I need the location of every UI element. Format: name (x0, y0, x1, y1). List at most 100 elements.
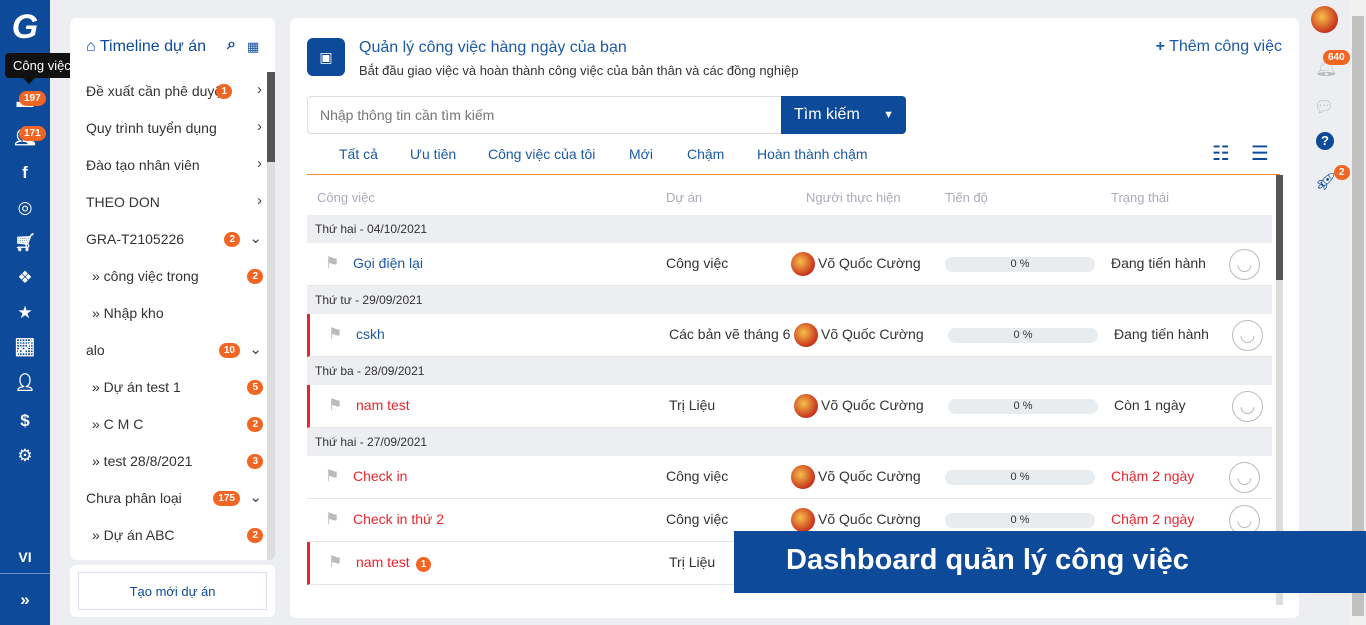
column-header[interactable]: Công việc (317, 190, 375, 205)
grid-icon[interactable]: ▦ (247, 39, 259, 55)
smiley-icon[interactable]: ◡ (1229, 249, 1260, 280)
task-name[interactable]: nam test (356, 397, 410, 413)
project-item[interactable]: » Nhập kho (92, 305, 262, 321)
search-button[interactable]: Tìm kiếm ▼ (781, 96, 906, 134)
table-row[interactable]: ⚑ Check in Công việc Võ Quốc Cường 0 % Chậm 2… (307, 456, 1272, 499)
project-label: THEO DON (86, 194, 160, 210)
chevron-down-icon[interactable]: ⌄ (249, 340, 262, 358)
project-item[interactable]: THEO DON › (86, 192, 262, 210)
progress-bar: 0 % (945, 257, 1095, 272)
count-badge: 1 (216, 84, 232, 99)
project-item[interactable]: » test 28/8/2021 3 (92, 453, 263, 469)
chevron-down-icon[interactable]: ⌄ (249, 488, 262, 506)
chevron-down-icon[interactable]: ⌄ (249, 229, 262, 247)
task-name-text: nam test (356, 397, 410, 413)
briefcase-icon: ▣ (307, 38, 345, 76)
search-icon[interactable]: ⌕ (227, 36, 236, 54)
project-item[interactable]: Chưa phân loại 175 ⌄ (86, 489, 262, 506)
target-icon[interactable]: ◎ (0, 198, 50, 218)
flag-icon[interactable]: ⚑ (328, 552, 342, 572)
caret-down-icon[interactable]: ▼ (883, 96, 894, 134)
add-task-button[interactable]: + Thêm công việc (1156, 38, 1282, 56)
count-badge: 175 (213, 491, 240, 506)
compact-view-icon[interactable]: ☰ (1251, 141, 1269, 166)
language-button[interactable]: VI (0, 549, 50, 565)
project-item[interactable]: Đào tạo nhân viên › (86, 155, 262, 173)
dollar-icon[interactable]: $ (0, 411, 50, 431)
task-name[interactable]: Check in thứ 2 (353, 511, 444, 527)
date-group-header: Thứ hai - 04/10/2021 (307, 215, 1272, 243)
count-badge: 2 (247, 417, 263, 432)
flag-icon[interactable]: ⚑ (325, 509, 339, 529)
logo-icon[interactable]: G (0, 8, 50, 47)
column-header[interactable]: Người thực hiện (806, 190, 901, 205)
chevron-right-icon[interactable]: › (257, 118, 262, 135)
search-input[interactable] (307, 96, 782, 134)
tab-2[interactable]: Công việc của tôi (488, 146, 595, 162)
flag-icon[interactable]: ⚑ (325, 466, 339, 486)
expand-icon[interactable]: » (0, 590, 50, 610)
chevron-right-icon[interactable]: › (257, 155, 262, 172)
smiley-icon[interactable]: ◡ (1229, 462, 1260, 493)
create-project-button[interactable]: Tạo mới dự án (78, 572, 267, 610)
facebook-icon[interactable]: f (0, 163, 50, 183)
chevron-right-icon[interactable]: › (257, 192, 262, 209)
progress-bar: 0 % (945, 513, 1095, 528)
project-label: alo (86, 342, 105, 358)
column-header[interactable]: Tiến độ (945, 190, 988, 205)
project-label: » Dự án test 1 (92, 379, 181, 395)
smiley-icon[interactable]: ◡ (1232, 320, 1263, 351)
tab-3[interactable]: Mới (629, 146, 653, 162)
project-item[interactable]: » công việc trong 2 (92, 268, 263, 284)
assignee-name: Võ Quốc Cường (818, 511, 921, 527)
project-item[interactable]: » Dự án ABC 2 (92, 527, 263, 543)
panel-title: ⌂ Timeline dự án (86, 38, 206, 55)
rocket-icon[interactable]: 🚀︎ (1315, 172, 1337, 192)
tab-0[interactable]: Tất cả (339, 146, 378, 162)
list-view-icon[interactable]: ☷ (1212, 141, 1230, 166)
star-icon[interactable]: ★ (0, 303, 50, 323)
tab-1[interactable]: Ưu tiên (410, 146, 456, 162)
project-item[interactable]: Quy trình tuyển dụng › (86, 118, 262, 136)
user-avatar[interactable] (1311, 6, 1338, 33)
help-icon[interactable]: ? (1316, 132, 1334, 150)
task-status: Còn 1 ngày (1114, 397, 1186, 413)
task-name-text: Check in (353, 468, 408, 484)
table-row[interactable]: ⚑ nam test Trị Liệu Võ Quốc Cường 0 % Còn 1 n… (307, 385, 1272, 428)
column-header[interactable]: Trạng thái (1111, 190, 1169, 205)
scrollbar[interactable] (267, 72, 275, 560)
cubes-icon[interactable]: ❖ (0, 268, 50, 288)
flag-icon[interactable]: ⚑ (328, 324, 342, 344)
flag-icon[interactable]: ⚑ (328, 395, 342, 415)
project-item[interactable]: Đề xuất cần phê duyệt 1 › (86, 81, 262, 99)
table-row[interactable]: ⚑ Gọi điện lại Công việc Võ Quốc Cường 0 % Đa… (307, 243, 1272, 286)
task-status: Chậm 2 ngày (1111, 511, 1195, 527)
cart-icon[interactable]: 🛒︎ (0, 233, 50, 253)
project-label: » C M C (92, 416, 144, 432)
column-header[interactable]: Dự án (666, 190, 702, 205)
project-item[interactable]: » Dự án test 1 5 (92, 379, 263, 395)
tab-5[interactable]: Hoàn thành chậm (757, 146, 868, 162)
user-tie-icon[interactable]: 👤︎ (0, 373, 50, 393)
home-icon: ⌂ (86, 38, 96, 55)
date-group-header: Thứ tư - 29/09/2021 (307, 286, 1272, 314)
tab-4[interactable]: Chậm (687, 146, 724, 162)
chevron-right-icon[interactable]: › (257, 81, 262, 98)
project-item[interactable]: alo 10 ⌄ (86, 341, 262, 358)
main-panel: ▣ Quản lý công việc hàng ngày của bạn Bắ… (290, 18, 1299, 618)
page-title: Quản lý công việc hàng ngày của bạn (359, 39, 627, 56)
smiley-icon[interactable]: ◡ (1232, 391, 1263, 422)
chart-line-icon[interactable]: 📈︎ (0, 338, 50, 358)
gear-icon[interactable]: ⚙ (0, 446, 50, 466)
table-row[interactable]: ⚑ cskh Các bản vẽ tháng 6 Võ Quốc Cường 0 % Đ… (307, 314, 1272, 357)
count-badge: 2 (247, 528, 263, 543)
chat-icon[interactable]: 💬︎ (1314, 97, 1334, 117)
count-badge: 10 (218, 343, 240, 358)
task-name[interactable]: nam test 1 (356, 554, 432, 572)
task-name[interactable]: Gọi điện lại (353, 255, 423, 271)
project-item[interactable]: GRA-T2105226 2 ⌄ (86, 230, 262, 247)
project-item[interactable]: » C M C 2 (92, 416, 263, 432)
flag-icon[interactable]: ⚑ (325, 253, 339, 273)
task-name[interactable]: Check in (353, 468, 407, 484)
task-name[interactable]: cskh (356, 326, 385, 342)
